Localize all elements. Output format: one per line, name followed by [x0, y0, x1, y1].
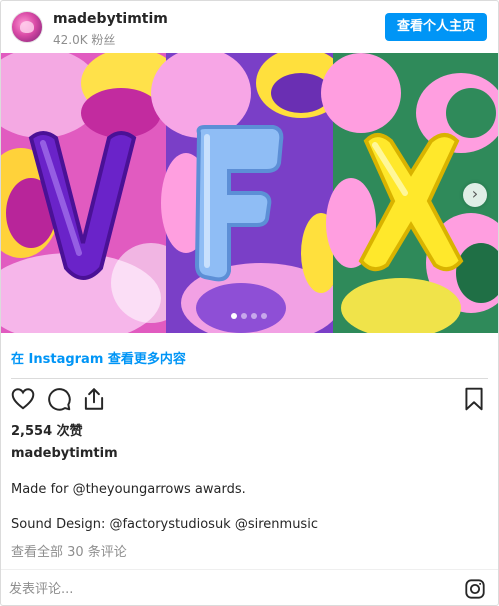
instagram-logo-icon[interactable] [464, 578, 486, 600]
carousel-dot-active [231, 313, 237, 319]
username[interactable]: madebytimtim [53, 11, 168, 27]
share-icon[interactable] [81, 386, 107, 412]
comment-input[interactable] [9, 578, 439, 600]
view-more-on-instagram-link[interactable]: 在 Instagram 查看更多内容 [11, 348, 186, 367]
carousel-dot [261, 313, 267, 319]
chevron-right-icon[interactable]: › [463, 183, 487, 207]
avatar[interactable] [11, 11, 43, 43]
heart-icon[interactable] [10, 386, 36, 412]
post-caption: Made for @theyoungarrows awards. [11, 482, 246, 497]
like-count[interactable]: 2,554 次赞 [11, 420, 83, 439]
follower-count: 42.0K 粉丝 [53, 33, 116, 47]
view-all-comments-link[interactable]: 查看全部 30 条评论 [11, 541, 127, 560]
carousel-dot [241, 313, 247, 319]
action-bar [1, 386, 498, 414]
post-caption-credits: Sound Design: @factorystudiosuk @sirenmu… [11, 517, 318, 532]
comment-icon[interactable] [46, 386, 72, 412]
divider [11, 378, 488, 379]
post-header: madebytimtim 42.0K 粉丝 查看个人主页 [1, 1, 498, 53]
post-owner-username[interactable]: madebytimtim [11, 446, 118, 461]
post-image [1, 53, 498, 333]
bookmark-icon[interactable] [461, 386, 487, 412]
carousel-indicator [231, 313, 267, 319]
carousel-dot [251, 313, 257, 319]
view-profile-button[interactable]: 查看个人主页 [384, 13, 487, 41]
comment-bar [1, 569, 498, 605]
instagram-embed-card: madebytimtim 42.0K 粉丝 查看个人主页 › 在 Instagr… [0, 0, 499, 606]
post-media-carousel[interactable]: › [1, 53, 498, 333]
